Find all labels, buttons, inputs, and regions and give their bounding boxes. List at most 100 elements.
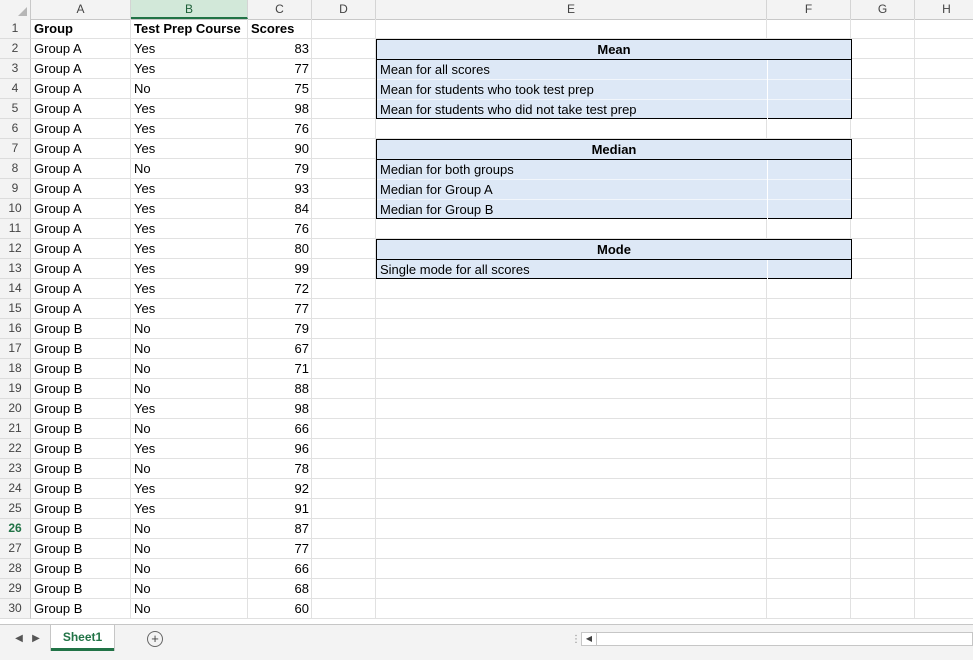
row-header-25[interactable]: 25 — [0, 499, 31, 519]
row-header-22[interactable]: 22 — [0, 439, 31, 459]
row-header-21[interactable]: 21 — [0, 419, 31, 439]
cell-test-prep[interactable]: Yes — [131, 39, 248, 59]
cell-test-prep[interactable]: Yes — [131, 499, 248, 519]
cell-test-prep[interactable]: No — [131, 359, 248, 379]
cell-group[interactable]: Group A — [31, 119, 131, 139]
cell-group[interactable]: Group B — [31, 339, 131, 359]
row-header-10[interactable]: 10 — [0, 199, 31, 219]
row-header-9[interactable]: 9 — [0, 179, 31, 199]
row-header-13[interactable]: 13 — [0, 259, 31, 279]
row-header-29[interactable]: 29 — [0, 579, 31, 599]
row-header-18[interactable]: 18 — [0, 359, 31, 379]
cell-group[interactable]: Group A — [31, 179, 131, 199]
cell-test-prep[interactable]: Yes — [131, 139, 248, 159]
cell-group[interactable]: Group A — [31, 99, 131, 119]
row-header-3[interactable]: 3 — [0, 59, 31, 79]
spreadsheet-grid[interactable]: ABCDEFGH 1 2 3 4 5 6 7 8 9 10 11 12 13 14 15 16 17 18 19 20… — [0, 0, 973, 619]
mean-test-prep[interactable]: Mean for students who took test prep — [377, 80, 851, 100]
cell-test-prep[interactable]: Yes — [131, 299, 248, 319]
row-header-8[interactable]: 8 — [0, 159, 31, 179]
cell-test-prep[interactable]: No — [131, 79, 248, 99]
next-sheet-icon[interactable]: ▶ — [30, 633, 42, 644]
row-header-2[interactable]: 2 — [0, 39, 31, 59]
cell-test-prep[interactable]: Yes — [131, 199, 248, 219]
cell-score[interactable]: 66 — [248, 559, 312, 579]
cell-score[interactable]: 88 — [248, 379, 312, 399]
cell-score[interactable]: 72 — [248, 279, 312, 299]
row-header-19[interactable]: 19 — [0, 379, 31, 399]
cell-test-prep[interactable]: Yes — [131, 119, 248, 139]
cell-score[interactable]: 77 — [248, 59, 312, 79]
cell-test-prep[interactable]: Yes — [131, 479, 248, 499]
cell-test-prep[interactable]: Yes — [131, 179, 248, 199]
cell-test-prep[interactable]: Yes — [131, 399, 248, 419]
cell-score[interactable]: 83 — [248, 39, 312, 59]
cell-group[interactable]: Group B — [31, 579, 131, 599]
cell-score[interactable]: 77 — [248, 539, 312, 559]
mode-all-scores[interactable]: Single mode for all scores — [377, 260, 851, 280]
row-header-14[interactable]: 14 — [0, 279, 31, 299]
cell-group[interactable]: Group A — [31, 299, 131, 319]
cell-test-prep[interactable]: No — [131, 579, 248, 599]
column-header-c[interactable]: C — [248, 0, 312, 19]
cell-score[interactable]: 92 — [248, 479, 312, 499]
scroll-left-icon[interactable]: ◀ — [582, 633, 597, 645]
cell-group[interactable]: Group B — [31, 479, 131, 499]
cell-test-prep[interactable]: No — [131, 559, 248, 579]
cell-score[interactable]: 91 — [248, 499, 312, 519]
cell-group[interactable]: Group A — [31, 59, 131, 79]
add-sheet-icon[interactable]: + — [147, 631, 163, 647]
cell-group[interactable]: Group A — [31, 199, 131, 219]
cell-group[interactable]: Group B — [31, 519, 131, 539]
horizontal-scrollbar[interactable]: ◀ — [581, 632, 973, 646]
cell-score[interactable]: 76 — [248, 119, 312, 139]
cell-test-prep[interactable]: Yes — [131, 439, 248, 459]
cell-score[interactable]: 87 — [248, 519, 312, 539]
row-header-12[interactable]: 12 — [0, 239, 31, 259]
row-header-30[interactable]: 30 — [0, 599, 31, 619]
row-header-15[interactable]: 15 — [0, 299, 31, 319]
sheet-tab-sheet1[interactable]: Sheet1 — [51, 625, 114, 651]
cell-group[interactable]: Group B — [31, 419, 131, 439]
cell-group[interactable]: Group B — [31, 379, 131, 399]
row-header-5[interactable]: 5 — [0, 99, 31, 119]
cell-score[interactable]: 68 — [248, 579, 312, 599]
row-header-1[interactable]: 1 — [0, 19, 31, 39]
mean-all-scores[interactable]: Mean for all scores — [377, 60, 851, 80]
cell-group[interactable]: Group B — [31, 499, 131, 519]
cell-test-prep[interactable]: Yes — [131, 59, 248, 79]
row-header-4[interactable]: 4 — [0, 79, 31, 99]
cell-score[interactable]: 90 — [248, 139, 312, 159]
row-header-20[interactable]: 20 — [0, 399, 31, 419]
mean-no-test-prep[interactable]: Mean for students who did not take test … — [377, 100, 851, 120]
cell-group[interactable]: Group A — [31, 259, 131, 279]
select-all-corner[interactable] — [0, 0, 31, 19]
cell-group[interactable]: Group B — [31, 319, 131, 339]
cell-group[interactable]: Group A — [31, 139, 131, 159]
median-group-a[interactable]: Median for Group A — [377, 180, 851, 200]
cell-score[interactable]: 98 — [248, 99, 312, 119]
cell-score[interactable]: 67 — [248, 339, 312, 359]
cell-score[interactable]: 96 — [248, 439, 312, 459]
cell-test-prep[interactable]: Yes — [131, 279, 248, 299]
cell-group[interactable]: Group A — [31, 279, 131, 299]
cell-group[interactable]: Group A — [31, 39, 131, 59]
cell-test-prep[interactable]: No — [131, 519, 248, 539]
cell-test-prep[interactable]: Yes — [131, 259, 248, 279]
cell-score[interactable]: 77 — [248, 299, 312, 319]
cell-group[interactable]: Group B — [31, 599, 131, 619]
cell-score[interactable]: 84 — [248, 199, 312, 219]
row-header-23[interactable]: 23 — [0, 459, 31, 479]
cell-test-prep[interactable]: Yes — [131, 99, 248, 119]
row-header-17[interactable]: 17 — [0, 339, 31, 359]
cell-score[interactable]: 99 — [248, 259, 312, 279]
cell-score[interactable]: 80 — [248, 239, 312, 259]
cell-score[interactable]: 78 — [248, 459, 312, 479]
row-header-28[interactable]: 28 — [0, 559, 31, 579]
row-header-6[interactable]: 6 — [0, 119, 31, 139]
cell-test-prep[interactable]: No — [131, 159, 248, 179]
cell-group[interactable]: Group B — [31, 359, 131, 379]
column-header-d[interactable]: D — [312, 0, 376, 19]
cell-test-prep[interactable]: No — [131, 539, 248, 559]
cell-score[interactable]: 75 — [248, 79, 312, 99]
